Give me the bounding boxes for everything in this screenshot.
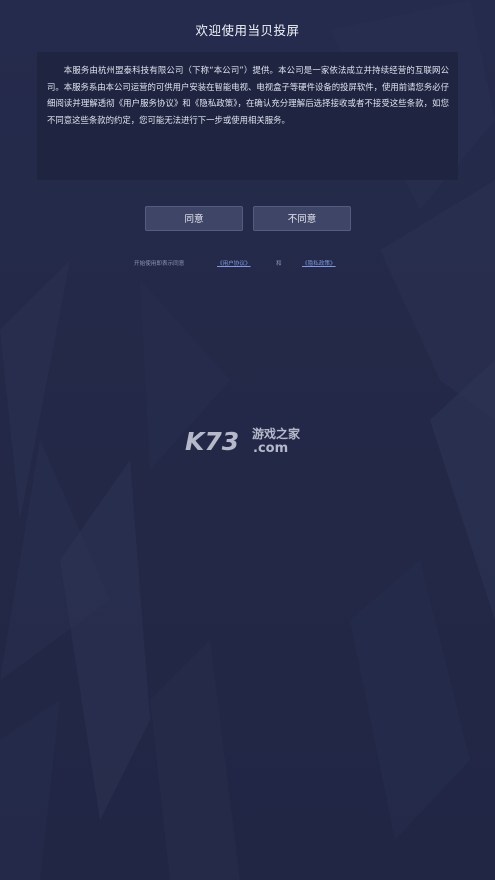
privacy-policy-link[interactable]: 《隐私政策》	[302, 259, 336, 267]
watermark-logo-text: K73	[185, 427, 239, 456]
user-agreement-link[interactable]: 《用户协议》	[217, 259, 251, 267]
terms-text: 本服务由杭州盟泰科技有限公司（下称“本公司”）提供。本公司是一家依法成立并持续经…	[47, 65, 449, 125]
watermark-domain: .com	[253, 441, 288, 456]
app-screen: 欢迎使用当贝投屏 本服务由杭州盟泰科技有限公司（下称“本公司”）提供。本公司是一…	[0, 0, 495, 880]
notice-prefix: 开始使用即表示同意	[134, 261, 185, 267]
disagree-button[interactable]: 不同意	[253, 206, 351, 231]
watermark-tagline: 游戏之家	[252, 426, 301, 441]
agreement-notice: 开始使用即表示同意 《用户协议》 和 《隐私政策》	[0, 258, 495, 270]
k73-logo-icon: K73 游戏之家 .com	[185, 426, 301, 456]
notice-conjunction: 和	[276, 261, 282, 267]
agree-button[interactable]: 同意	[145, 206, 243, 231]
dialog-title: 欢迎使用当贝投屏	[195, 23, 300, 38]
terms-panel[interactable]: 本服务由杭州盟泰科技有限公司（下称“本公司”）提供。本公司是一家依法成立并持续经…	[37, 52, 458, 180]
